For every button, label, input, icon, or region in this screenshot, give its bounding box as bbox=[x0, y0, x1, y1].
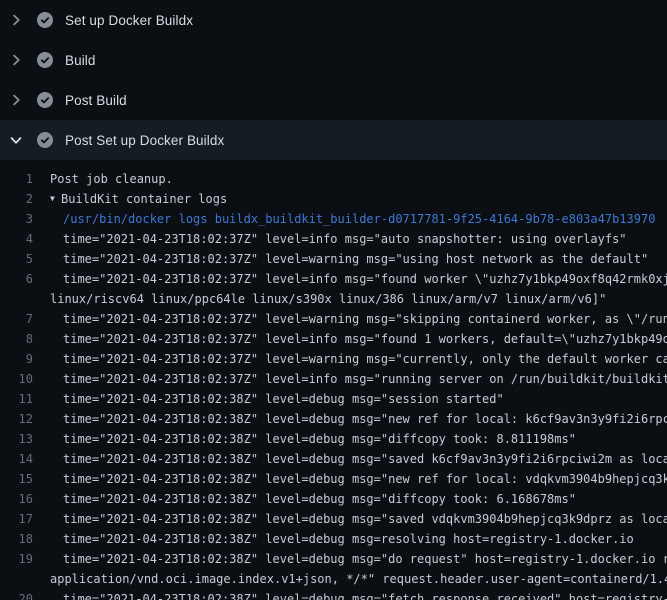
log-line-number[interactable]: 11 bbox=[0, 389, 33, 409]
log-line: 5 time="2021-04-23T18:02:37Z" level=warn… bbox=[0, 249, 667, 269]
log-line-text: time="2021-04-23T18:02:38Z" level=debug … bbox=[63, 549, 667, 569]
log-line: 19 time="2021-04-23T18:02:38Z" level=deb… bbox=[0, 549, 667, 569]
log-line: 14 time="2021-04-23T18:02:38Z" level=deb… bbox=[0, 449, 667, 469]
log-line-number[interactable]: 9 bbox=[0, 349, 33, 369]
step-row-0[interactable]: Set up Docker Buildx bbox=[0, 0, 667, 40]
log-line: linux/riscv64 linux/ppc64le linux/s390x … bbox=[0, 289, 667, 309]
chevron-right-icon[interactable] bbox=[8, 52, 24, 68]
log-line-number[interactable]: 18 bbox=[0, 529, 33, 549]
log-line-number[interactable]: 3 bbox=[0, 209, 33, 229]
log-line: application/vnd.oci.image.index.v1+json,… bbox=[0, 569, 667, 589]
log-line: 7 time="2021-04-23T18:02:37Z" level=warn… bbox=[0, 309, 667, 329]
step-row-2[interactable]: Post Build bbox=[0, 80, 667, 120]
log-line-text: time="2021-04-23T18:02:38Z" level=debug … bbox=[63, 509, 667, 529]
step-label: Set up Docker Buildx bbox=[65, 13, 193, 28]
log-line: 8 time="2021-04-23T18:02:37Z" level=info… bbox=[0, 329, 667, 349]
log-line-number[interactable]: 10 bbox=[0, 369, 33, 389]
log-line-text: time="2021-04-23T18:02:37Z" level=info m… bbox=[63, 269, 667, 289]
check-circle-icon bbox=[37, 132, 53, 148]
check-circle-icon bbox=[37, 12, 53, 28]
log-line-number[interactable]: 5 bbox=[0, 249, 33, 269]
log-line: 15 time="2021-04-23T18:02:38Z" level=deb… bbox=[0, 469, 667, 489]
log-line-text: time="2021-04-23T18:02:38Z" level=debug … bbox=[63, 529, 634, 549]
step-label: Post Build bbox=[65, 93, 127, 108]
log-line: 2 ▼ BuildKit container logs bbox=[0, 189, 667, 209]
log-line-number[interactable]: 4 bbox=[0, 229, 33, 249]
step-row-1[interactable]: Build bbox=[0, 40, 667, 80]
log-area[interactable]: 1 Post job cleanup. 2 ▼ BuildKit contain… bbox=[0, 160, 667, 600]
log-line-text: BuildKit container logs bbox=[61, 189, 227, 209]
actions-log-viewer: Set up Docker Buildx Build P bbox=[0, 0, 667, 600]
log-line: 9 time="2021-04-23T18:02:37Z" level=warn… bbox=[0, 349, 667, 369]
group-collapse-icon[interactable]: ▼ bbox=[50, 189, 61, 209]
step-label: Build bbox=[65, 53, 96, 68]
log-line-number[interactable]: 16 bbox=[0, 489, 33, 509]
log-line-text: time="2021-04-23T18:02:38Z" level=debug … bbox=[63, 449, 667, 469]
log-line-text: time="2021-04-23T18:02:37Z" level=info m… bbox=[63, 229, 627, 249]
log-line-text: /usr/bin/docker logs buildx_buildkit_bui… bbox=[63, 209, 655, 229]
check-circle-icon bbox=[37, 92, 53, 108]
log-line: 3 /usr/bin/docker logs buildx_buildkit_b… bbox=[0, 209, 667, 229]
check-circle-icon bbox=[37, 52, 53, 68]
log-line-text: Post job cleanup. bbox=[50, 169, 173, 189]
log-line: 11 time="2021-04-23T18:02:38Z" level=deb… bbox=[0, 389, 667, 409]
log-line: 20 time="2021-04-23T18:02:38Z" level=deb… bbox=[0, 589, 667, 600]
step-label: Post Set up Docker Buildx bbox=[65, 133, 224, 148]
log-line: 17 time="2021-04-23T18:02:38Z" level=deb… bbox=[0, 509, 667, 529]
chevron-right-icon[interactable] bbox=[8, 12, 24, 28]
log-line: 1 Post job cleanup. bbox=[0, 169, 667, 189]
log-line-text: time="2021-04-23T18:02:38Z" level=debug … bbox=[63, 589, 667, 600]
log-line-number[interactable]: 2 bbox=[0, 189, 33, 209]
log-line-number[interactable]: 17 bbox=[0, 509, 33, 529]
log-line-text: time="2021-04-23T18:02:38Z" level=debug … bbox=[63, 469, 667, 489]
log-line-text: time="2021-04-23T18:02:37Z" level=info m… bbox=[63, 369, 667, 389]
log-line-number[interactable]: 1 bbox=[0, 169, 33, 189]
log-line: 6 time="2021-04-23T18:02:37Z" level=info… bbox=[0, 269, 667, 289]
log-line-text: linux/riscv64 linux/ppc64le linux/s390x … bbox=[50, 289, 606, 309]
log-line: 16 time="2021-04-23T18:02:38Z" level=deb… bbox=[0, 489, 667, 509]
log-line: 4 time="2021-04-23T18:02:37Z" level=info… bbox=[0, 229, 667, 249]
log-line-text: time="2021-04-23T18:02:37Z" level=warnin… bbox=[63, 349, 667, 369]
log-line-number[interactable]: 13 bbox=[0, 429, 33, 449]
log-line-text: time="2021-04-23T18:02:37Z" level=warnin… bbox=[63, 249, 648, 269]
log-line: 13 time="2021-04-23T18:02:38Z" level=deb… bbox=[0, 429, 667, 449]
chevron-right-icon[interactable] bbox=[8, 92, 24, 108]
log-line-number[interactable]: 7 bbox=[0, 309, 33, 329]
log-line-number[interactable]: 14 bbox=[0, 449, 33, 469]
log-line-text: time="2021-04-23T18:02:37Z" level=warnin… bbox=[63, 309, 667, 329]
chevron-down-icon[interactable] bbox=[8, 132, 24, 148]
log-line-text: time="2021-04-23T18:02:38Z" level=debug … bbox=[63, 409, 667, 429]
step-row-3[interactable]: Post Set up Docker Buildx bbox=[0, 120, 667, 160]
log-line-text: application/vnd.oci.image.index.v1+json,… bbox=[50, 569, 667, 589]
log-line-number[interactable]: 6 bbox=[0, 269, 33, 289]
log-line-text: time="2021-04-23T18:02:38Z" level=debug … bbox=[63, 489, 576, 509]
log-line-number[interactable]: 8 bbox=[0, 329, 33, 349]
log-line: 12 time="2021-04-23T18:02:38Z" level=deb… bbox=[0, 409, 667, 429]
log-line-number[interactable]: 19 bbox=[0, 549, 33, 569]
steps-list: Set up Docker Buildx Build P bbox=[0, 0, 667, 160]
log-line: 18 time="2021-04-23T18:02:38Z" level=deb… bbox=[0, 529, 667, 549]
log-line-number[interactable]: 12 bbox=[0, 409, 33, 429]
log-line-text: time="2021-04-23T18:02:37Z" level=info m… bbox=[63, 329, 667, 349]
log-line-text: time="2021-04-23T18:02:38Z" level=debug … bbox=[63, 389, 504, 409]
log-line-number[interactable]: 15 bbox=[0, 469, 33, 489]
log-line-number[interactable]: 20 bbox=[0, 589, 33, 600]
log-line-text: time="2021-04-23T18:02:38Z" level=debug … bbox=[63, 429, 576, 449]
log-line: 10 time="2021-04-23T18:02:37Z" level=inf… bbox=[0, 369, 667, 389]
